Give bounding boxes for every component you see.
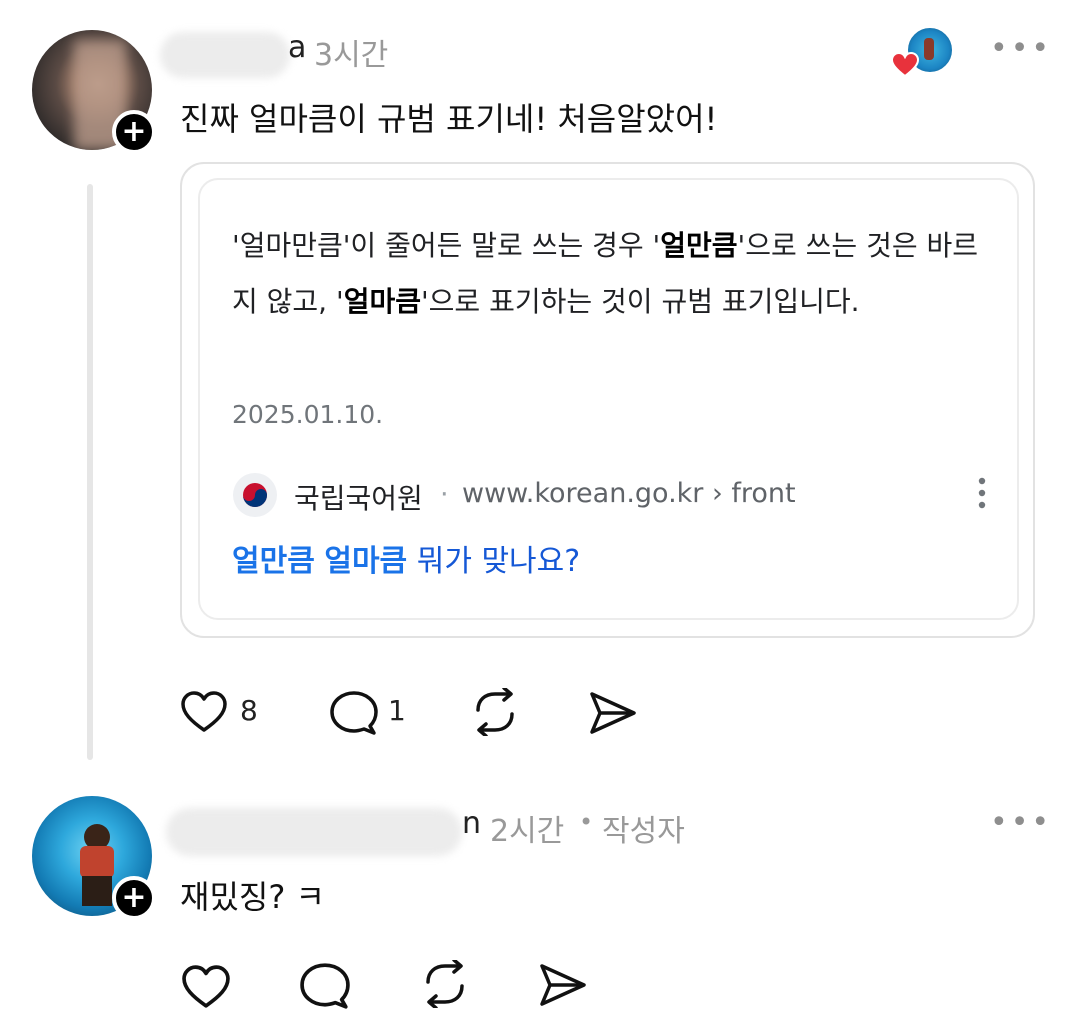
share-send-icon[interactable] [588,690,638,736]
repost-icon[interactable] [420,960,470,1008]
comment-bubble-icon[interactable] [330,690,378,736]
reply-text: 재밌징? ㅋ [180,878,325,916]
comment-count[interactable]: 1 [388,694,406,727]
site-name[interactable]: 국립국어원 [294,477,423,517]
post-time: 3시간 [314,38,389,73]
post-text: 진짜 얼마큼이 규범 표기네! 처음알았어! [180,100,718,138]
snippet-bold: 얼만큼 [660,229,738,262]
like-heart-icon[interactable] [180,964,232,1010]
like-heart-icon[interactable] [180,690,228,734]
share-send-icon[interactable] [538,962,588,1008]
more-horizontal-icon[interactable]: ••• [990,34,1052,64]
snippet-part: '으로 표기하는 것이 규범 표기입니다. [420,285,860,318]
snippet-date: 2025.01.10. [232,400,384,429]
thread-line [87,184,93,760]
heart-badge-icon [891,52,919,78]
more-horizontal-icon[interactable]: ••• [990,808,1052,838]
snippet-text: '얼마만큼'이 줄어든 말로 쓰는 경우 '얼만큼'으로 쓰는 것은 바르지 않… [232,218,992,330]
follow-plus-button[interactable]: + [112,876,156,920]
username-blurred[interactable] [166,808,462,856]
more-vertical-icon[interactable] [977,476,987,510]
snippet-part: '얼마만큼'이 줄어든 말로 쓰는 경우 ' [232,229,661,262]
link-bold: 얼만큼 [232,544,315,579]
site-favicon-icon [232,472,278,518]
site-separator: · [440,479,449,510]
snippet-bold: 얼마큼 [343,285,421,318]
username-blurred[interactable] [160,32,290,78]
link-bold: 얼마큼 [324,544,408,579]
username-tail[interactable]: n [462,806,481,841]
follow-plus-button[interactable]: + [112,110,156,154]
reply-time: 2시간 [490,814,565,849]
username-tail[interactable]: a [288,30,306,65]
comment-bubble-icon[interactable] [300,962,350,1010]
result-link-title[interactable]: 얼만큼 얼마큼 뭐가 맞나요? [232,536,580,580]
link-rest: 뭐가 맞나요? [416,544,581,579]
repost-icon[interactable] [470,688,520,736]
separator-dot: • [579,808,594,836]
like-count[interactable]: 8 [240,694,258,727]
site-url[interactable]: www.korean.go.kr › front [462,478,796,509]
author-badge: 작성자 [602,814,685,849]
